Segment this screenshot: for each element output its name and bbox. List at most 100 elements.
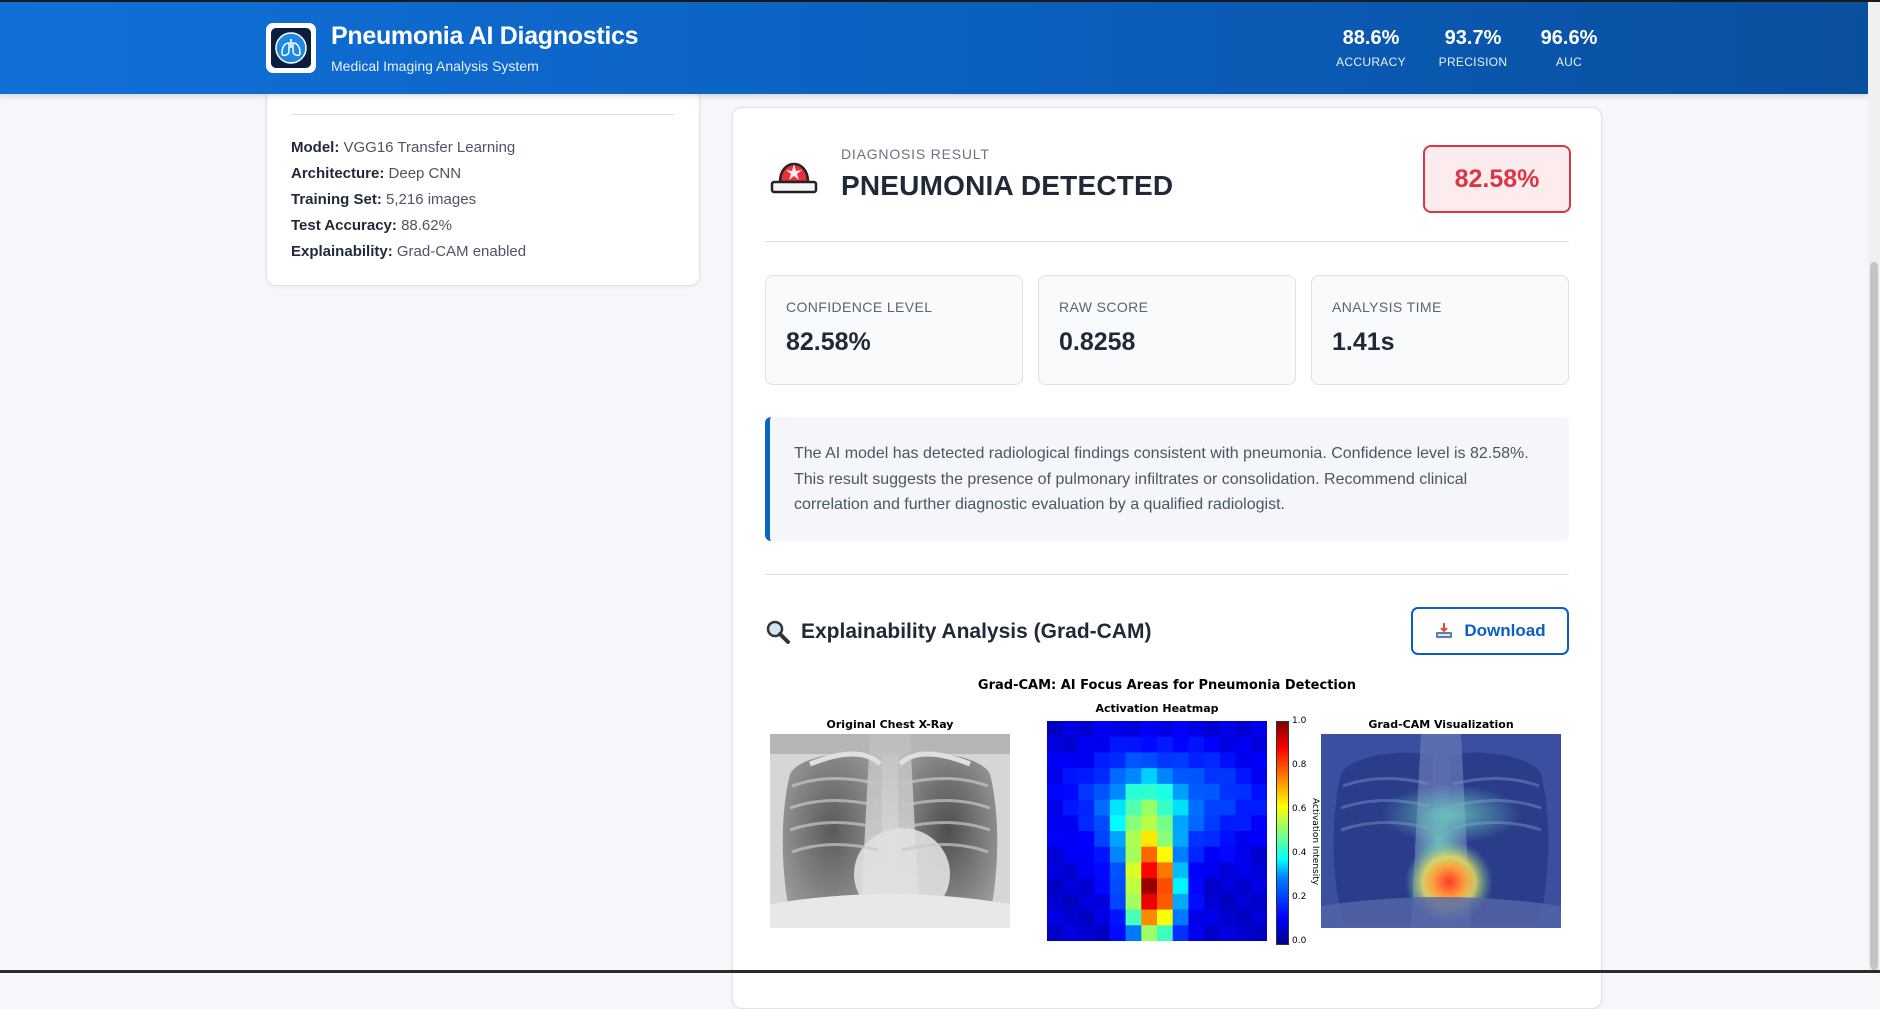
heatmap-cell <box>1141 768 1158 785</box>
heatmap-cell <box>1251 768 1268 785</box>
heatmap-cell <box>1235 909 1252 926</box>
heatmap-cell <box>1125 831 1142 848</box>
heatmap-cell <box>1157 909 1174 926</box>
metric-accuracy: 88.6% ACCURACY <box>1336 27 1406 69</box>
heatmap-cell <box>1141 909 1158 926</box>
heatmap-cell <box>1157 799 1174 816</box>
heatmap-cell <box>1062 752 1079 769</box>
heatmap-cell <box>1109 878 1127 895</box>
activation-heatmap <box>1047 721 1268 942</box>
heatmap-cell <box>1047 893 1064 911</box>
heatmap-cell <box>1188 799 1205 816</box>
heatmap-cell <box>1094 909 1111 926</box>
heatmap-cell <box>1047 815 1064 832</box>
heatmap-cell <box>1235 846 1252 863</box>
heatmap-cell <box>1235 783 1252 801</box>
heatmap-cell <box>1109 799 1127 816</box>
heatmap-cell <box>1235 736 1252 753</box>
heatmap-cell <box>1204 878 1221 895</box>
heatmap-cell <box>1078 752 1095 769</box>
heatmap-cell <box>1172 815 1189 832</box>
diagnosis-note: The AI model has detected radiological f… <box>765 417 1569 541</box>
download-button[interactable]: Download <box>1411 607 1569 655</box>
heatmap-cell <box>1078 909 1095 926</box>
heatmap-cell <box>1251 878 1268 895</box>
figure-title: Grad-CAM: AI Focus Areas for Pneumonia D… <box>977 678 1357 693</box>
heatmap-cell <box>1125 721 1142 738</box>
heatmap-cell <box>1157 736 1174 753</box>
heatmap-cell <box>1047 768 1064 785</box>
colorbar-tick: 0.8 <box>1292 760 1307 770</box>
heatmap-cell <box>1172 909 1189 926</box>
confidence-badge: 82.58% <box>1423 145 1571 213</box>
heatmap-cell <box>1188 736 1205 753</box>
heatmap-cell <box>1204 721 1221 738</box>
heatmap-cell <box>1204 862 1221 879</box>
heatmap-cell <box>1141 815 1158 832</box>
heatmap-cell <box>1109 815 1127 832</box>
scrollbar-thumb[interactable] <box>1870 262 1878 970</box>
heatmap-cell <box>1157 925 1174 942</box>
heatmap-cell <box>1109 721 1127 738</box>
heatmap-cell <box>1204 846 1221 863</box>
heatmap-cell <box>1204 736 1221 753</box>
heatmap-cell <box>1047 909 1064 926</box>
heatmap-cell <box>1219 925 1237 942</box>
section-divider <box>765 241 1569 242</box>
heatmap-cell <box>1062 909 1079 926</box>
heatmap-cell <box>1157 878 1174 895</box>
heatmap-cell <box>1141 925 1158 942</box>
heatmap-cell <box>1109 768 1127 785</box>
colorbar-tick: 0.4 <box>1292 848 1307 858</box>
model-info-list: Model: VGG16 Transfer Learning Architect… <box>291 135 526 265</box>
heatmap-cell <box>1172 878 1189 895</box>
heatmap-cell <box>1235 752 1252 769</box>
stat-raw-score: RAW SCORE 0.8258 <box>1038 275 1296 385</box>
heatmap-cell <box>1125 846 1142 863</box>
heatmap-cell <box>1235 721 1252 738</box>
heatmap-cell <box>1235 878 1252 895</box>
heatmap-cell <box>1251 721 1268 738</box>
heatmap-cell <box>1204 752 1221 769</box>
info-row-model: Model: VGG16 Transfer Learning <box>291 139 516 156</box>
heatmap-cell <box>1062 783 1079 801</box>
heatmap-cell <box>1094 752 1111 769</box>
heatmap-cell <box>1188 878 1205 895</box>
heatmap-cell <box>1125 768 1142 785</box>
heatmap-cell <box>1109 752 1127 769</box>
heatmap-cell <box>1047 878 1064 895</box>
heatmap-cell <box>1235 815 1252 832</box>
heatmap-cell <box>1251 736 1268 753</box>
heatmap-cell <box>1251 831 1268 848</box>
heatmap-cell <box>1157 752 1174 769</box>
heatmap-cell <box>1125 752 1142 769</box>
heatmap-cell <box>1062 736 1079 753</box>
heatmap-cell <box>1094 831 1111 848</box>
heatmap-cell <box>1062 846 1079 863</box>
heatmap-cell <box>1141 878 1158 895</box>
heatmap-cell <box>1094 783 1111 801</box>
gradcam-figure: Grad-CAM: AI Focus Areas for Pneumonia D… <box>765 678 1569 978</box>
heatmap-cell <box>1204 893 1221 911</box>
heatmap-cell <box>1157 846 1174 863</box>
heatmap-cell <box>1188 909 1205 926</box>
heatmap-cell <box>1204 783 1221 801</box>
stat-analysis-time: ANALYSIS TIME 1.41s <box>1311 275 1569 385</box>
heatmap-cell <box>1219 721 1237 738</box>
heatmap-cell <box>1109 783 1127 801</box>
heatmap-cell <box>1109 925 1127 942</box>
heatmap-cell <box>1251 909 1268 926</box>
original-xray-image <box>770 734 1010 928</box>
page-scrollbar[interactable] <box>1868 0 1880 973</box>
heatmap-cell <box>1109 831 1127 848</box>
magnifier-icon <box>766 620 790 644</box>
app-subtitle: Medical Imaging Analysis System <box>331 58 539 74</box>
heatmap-cell <box>1062 721 1079 738</box>
heatmap-cell <box>1235 862 1252 879</box>
heatmap-cell <box>1251 815 1268 832</box>
heatmap-cell <box>1188 752 1205 769</box>
heatmap-cell <box>1047 831 1064 848</box>
heatmap-cell <box>1251 862 1268 879</box>
heatmap-cell <box>1094 736 1111 753</box>
window-frame-top <box>0 0 1880 2</box>
